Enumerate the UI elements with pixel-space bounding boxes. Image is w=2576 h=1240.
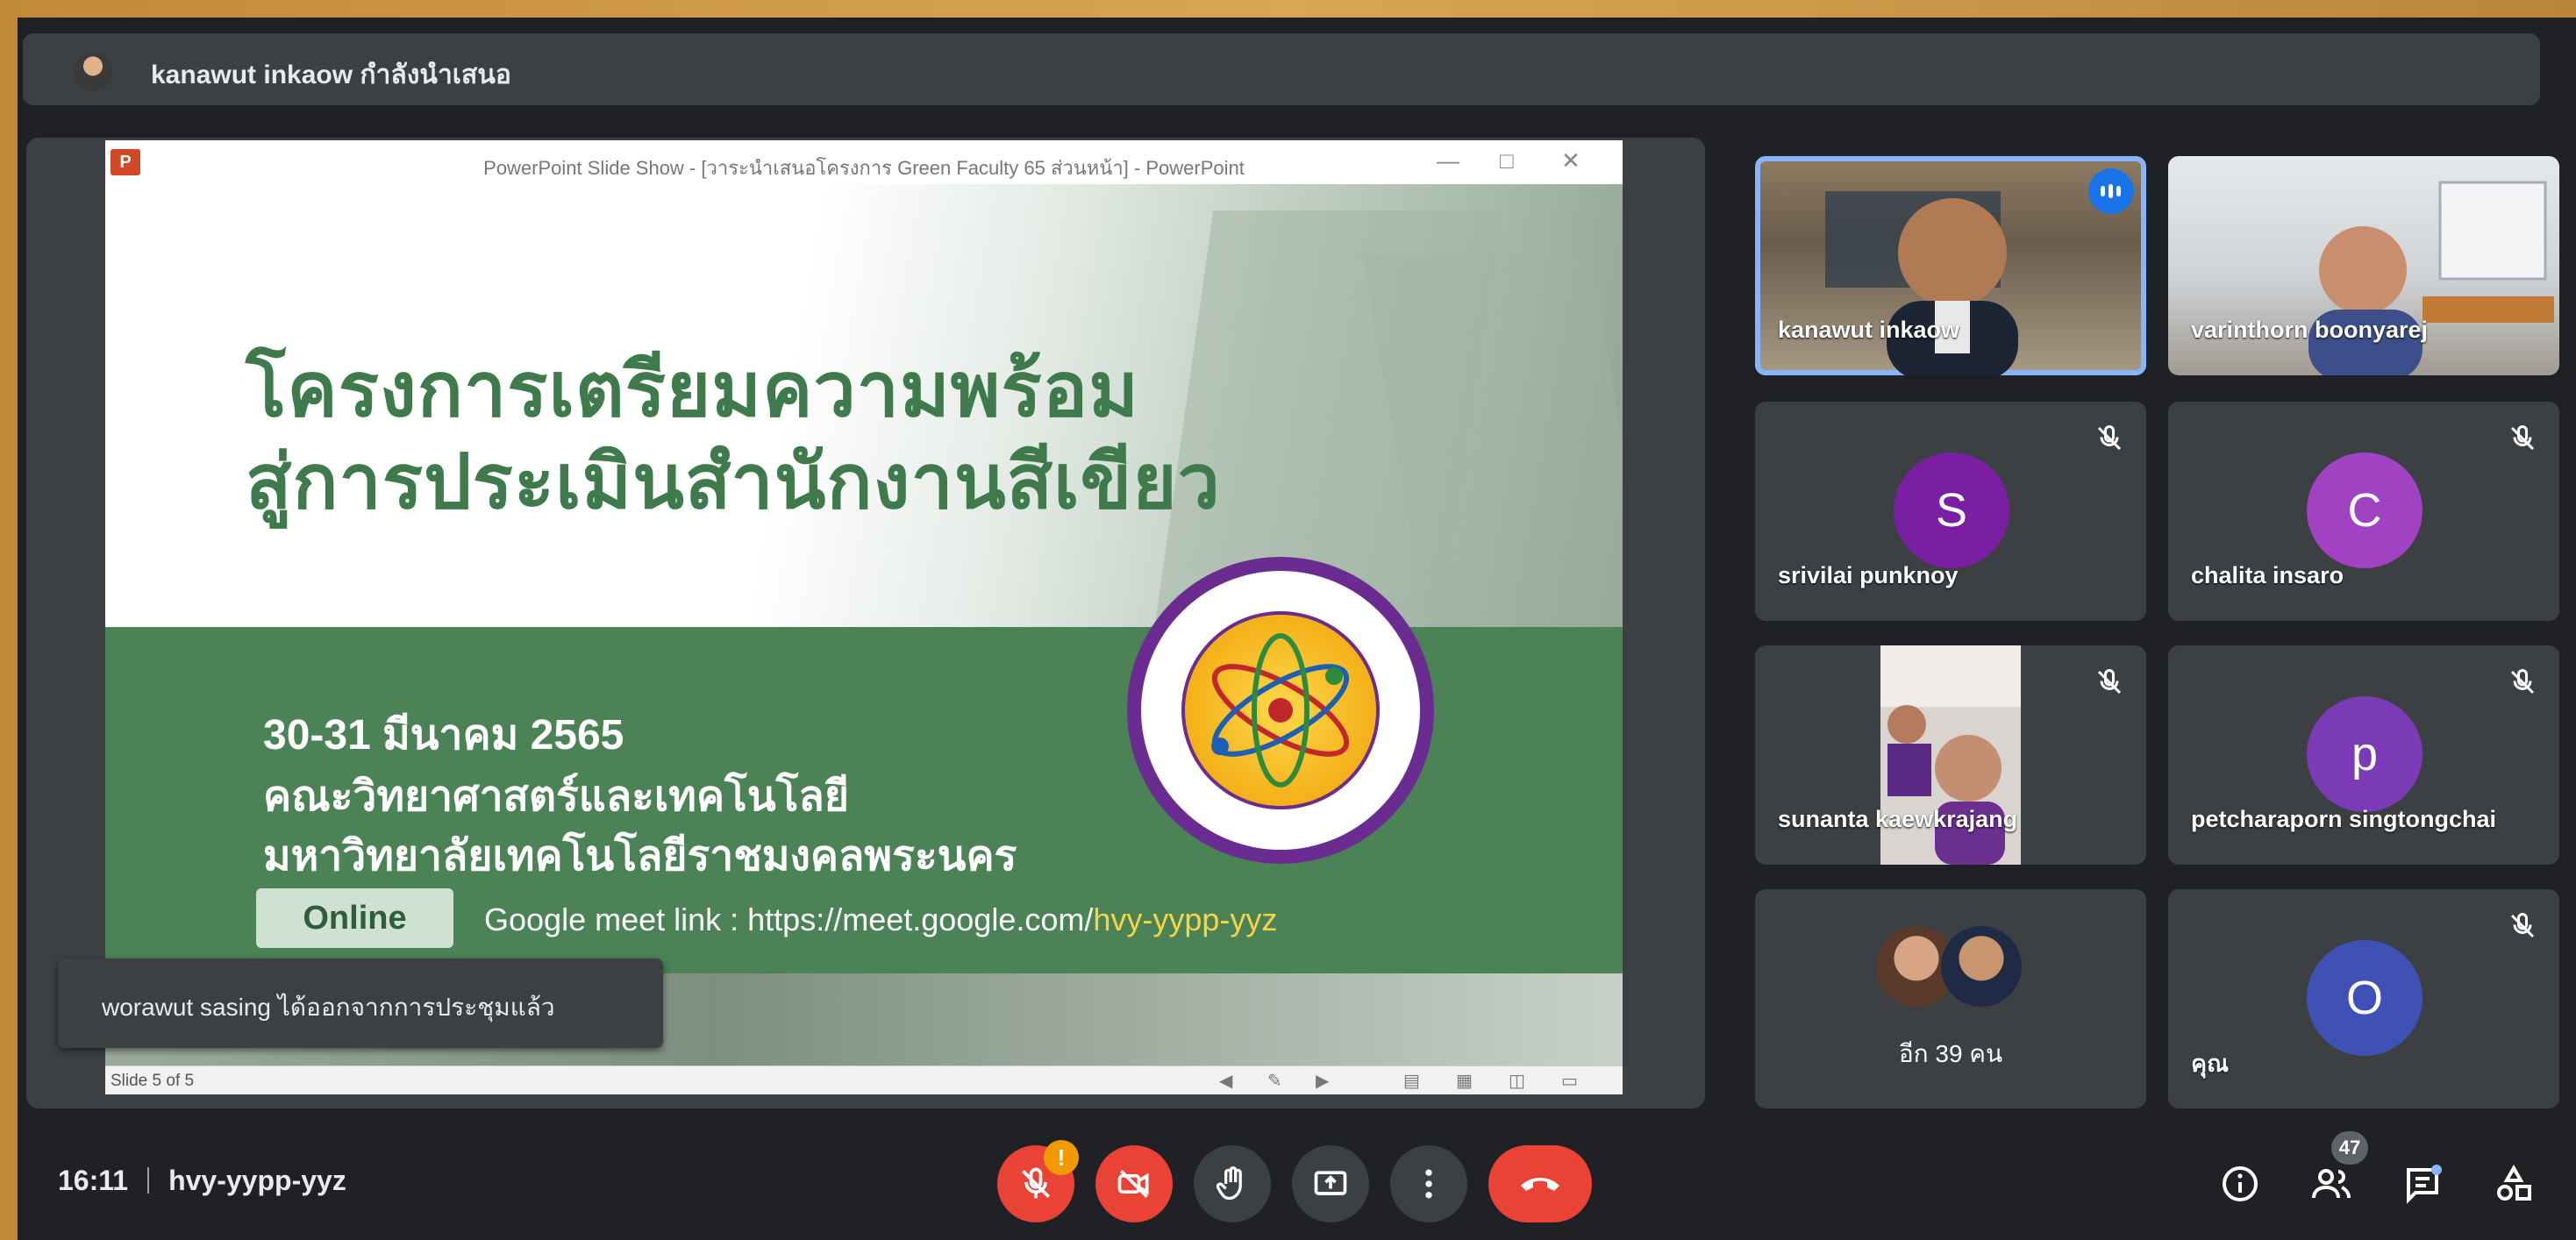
powerpoint-titlebar: P PowerPoint Slide Show - [วาระนำเสนอโคร… (105, 140, 1623, 185)
slide-counter: Slide 5 of 5 (111, 1072, 195, 1090)
leave-call-button[interactable] (1488, 1145, 1592, 1222)
more-options-button[interactable] (1390, 1145, 1467, 1222)
participant-name: varinthorn boonyarej (2191, 317, 2429, 343)
chat-button[interactable] (2401, 1163, 2444, 1205)
participant-left-toast: worawut sasing ได้ออกจากการประชุมแล้ว (58, 959, 663, 1048)
people-button[interactable] (2310, 1163, 2352, 1205)
mic-off-icon (2510, 424, 2535, 451)
participant-tile-sunanta[interactable]: sunanta kaewkrajang (1755, 645, 2146, 865)
mic-off-icon (2510, 668, 2535, 695)
participant-avatar: p (2307, 696, 2423, 812)
participant-tile-self[interactable]: O คุณ (2168, 889, 2559, 1108)
slideshow-icon[interactable]: ▭ (1561, 1070, 1578, 1092)
presenting-text: kanawut inkaow กำลังนำเสนอ (151, 61, 511, 89)
info-icon (2223, 1166, 2258, 1201)
participant-avatar: S (1894, 453, 2009, 568)
slide-meet-link: Google meet link : https://meet.google.c… (484, 901, 1277, 938)
participant-name: kanawut inkaow (1778, 317, 1960, 343)
mic-off-icon (2097, 668, 2122, 695)
participant-tile-srivilai[interactable]: S srivilai punknoy (1755, 402, 2146, 621)
normal-view-icon[interactable]: ▤ (1403, 1070, 1420, 1092)
presenter-avatar (74, 53, 112, 91)
slide-online-label: Online (256, 888, 453, 948)
next-slide-icon[interactable]: ▶ (1316, 1070, 1329, 1092)
participant-tile-kanawut[interactable]: kanawut inkaow (1755, 156, 2146, 375)
mic-warning-badge: ! (1044, 1140, 1079, 1175)
activities-button[interactable] (2493, 1163, 2535, 1205)
activities-icon (2497, 1164, 2531, 1201)
meet-link-code: hvy-yypp-yyz (1093, 901, 1278, 937)
participant-name: sunanta kaewkrajang (1778, 806, 2018, 832)
people-count-badge: 47 (2331, 1131, 2368, 1165)
participant-avatar: C (2307, 453, 2423, 568)
maximize-icon: □ (1500, 147, 1514, 174)
meet-link-prefix: Google meet link : https://meet.google.c… (484, 901, 1094, 937)
minimize-icon: — (1437, 147, 1459, 174)
powerpoint-window: P PowerPoint Slide Show - [วาระนำเสนอโคร… (105, 140, 1623, 1094)
slide-university: มหาวิทยาลัยเทคโนโลยีราชมงคลพระนคร (263, 833, 1017, 880)
camera-off-icon (1117, 1170, 1149, 1198)
speaking-indicator-icon (2088, 168, 2134, 214)
mic-off-icon (2097, 424, 2122, 451)
close-icon: ✕ (1561, 147, 1581, 174)
presenting-banner: kanawut inkaow กำลังนำเสนอ (23, 33, 2540, 105)
present-screen-button[interactable] (1292, 1145, 1369, 1222)
meeting-details: 16:11 hvy-yypp-yyz (58, 1165, 346, 1197)
powerpoint-window-title: PowerPoint Slide Show - [วาระนำเสนอโครงก… (483, 157, 1245, 179)
pen-icon[interactable]: ✎ (1267, 1070, 1282, 1092)
mic-off-icon (2510, 912, 2535, 938)
camera-toggle-button[interactable] (1095, 1145, 1173, 1222)
participant-tile-chalita[interactable]: C chalita insaro (2168, 402, 2559, 621)
slide-sorter-icon[interactable]: ▦ (1456, 1070, 1473, 1092)
raise-hand-button[interactable] (1194, 1145, 1271, 1222)
participant-name: srivilai punknoy (1778, 562, 1959, 588)
present-icon (1314, 1171, 1347, 1195)
clock-time: 16:11 (58, 1165, 129, 1196)
people-icon (2312, 1169, 2351, 1199)
toast-message: worawut sasing ได้ออกจากการประชุมแล้ว (102, 994, 555, 1021)
meeting-info-button[interactable] (2219, 1163, 2261, 1205)
participant-tile-petcharaporn[interactable]: p petcharaporn singtongchai (2168, 645, 2559, 865)
university-seal (1127, 557, 1434, 864)
participant-avatar: O (2307, 940, 2423, 1056)
participant-tile-others[interactable]: อีก 39 คน (1755, 889, 2146, 1108)
participant-name: petcharaporn singtongchai (2191, 806, 2497, 832)
participant-name: chalita insaro (2191, 562, 2344, 588)
slide-faculty: คณะวิทยาศาสตร์และเทคโนโลยี (263, 773, 849, 820)
chat-icon (2407, 1165, 2442, 1204)
previous-slide-icon[interactable]: ◀ (1219, 1070, 1232, 1092)
slide-date: 30-31 มีนาคม 2565 (263, 712, 624, 759)
hand-icon (1216, 1166, 1242, 1201)
participant-tile-varinthorn[interactable]: varinthorn boonyarej (2168, 156, 2559, 375)
more-vert-icon (1425, 1169, 1432, 1199)
others-avatar-2 (1941, 926, 2022, 1007)
hang-up-icon (1521, 1178, 1559, 1191)
others-count: อีก 39 คน (1898, 1040, 2003, 1067)
reading-view-icon[interactable]: ◫ (1509, 1070, 1525, 1092)
powerpoint-statusbar: Slide 5 of 5 ◀ ✎ ▶ ▤ ▦ ◫ ▭ (105, 1065, 1623, 1094)
meeting-code: hvy-yypp-yyz (168, 1165, 346, 1196)
participant-name: คุณ (2191, 1051, 2230, 1077)
slide-heading-line2: สู่การประเมินสำนักงานสีเขียว (246, 440, 1221, 524)
